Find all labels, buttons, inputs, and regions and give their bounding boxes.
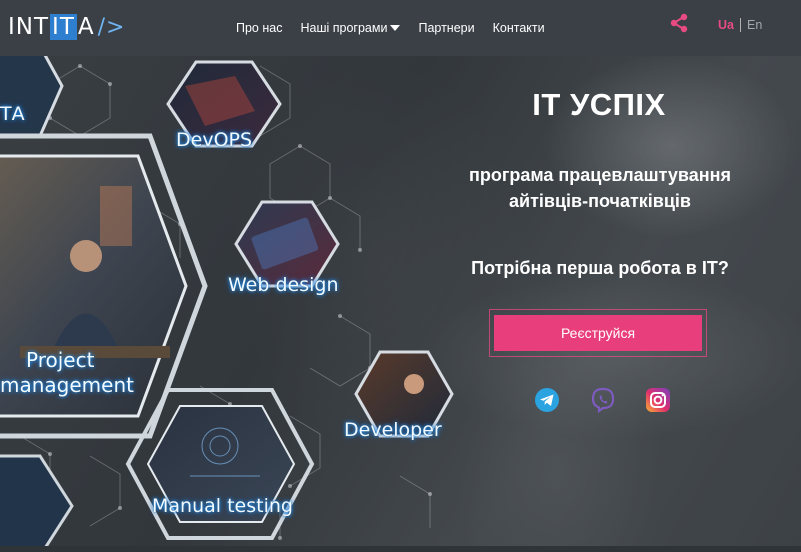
hex-developer-photo xyxy=(404,374,424,394)
hex-label-developer: Developer xyxy=(344,419,442,441)
hero-subtitle-line1: програма працевлаштування xyxy=(468,165,732,185)
nav-about[interactable]: Про нас xyxy=(236,21,282,35)
share-icon[interactable] xyxy=(669,13,689,33)
top-header: INT IT A/> Про нас Наші програми Партнери … xyxy=(0,0,801,56)
hex-label-webdesign: Web design xyxy=(228,274,339,296)
hex-bottom-left xyxy=(0,454,74,546)
logo-text-int: INT xyxy=(8,14,50,40)
main-nav: Про нас Наші програми Партнери Контакти xyxy=(236,0,545,56)
logo-slash: /> xyxy=(97,14,126,40)
caret-down-icon xyxy=(390,25,401,31)
nav-partners[interactable]: Партнери xyxy=(418,21,474,35)
nav-programs[interactable]: Наші програми xyxy=(300,21,401,35)
nav-contacts[interactable]: Контакти xyxy=(493,21,545,35)
hero-title: IT УСПІХ xyxy=(532,87,666,122)
language-switcher: Ua En xyxy=(718,18,762,32)
register-button[interactable]: Реєструйся xyxy=(494,315,702,351)
hero-subtitle: програма працевлаштування айтівців-почат… xyxy=(440,162,760,214)
hex-label-data: ТА xyxy=(0,103,25,125)
intita-logo[interactable]: INT IT A/> xyxy=(8,12,125,42)
nav-programs-label: Наші програми xyxy=(300,21,388,35)
instagram-icon[interactable] xyxy=(645,387,671,413)
logo-text-a: A xyxy=(77,14,95,40)
lang-divider xyxy=(739,18,741,32)
hex-label-project-line2: management xyxy=(0,373,134,397)
hex-network-graphic xyxy=(0,56,454,546)
hex-label-project-line1: Project xyxy=(26,348,95,372)
hex-label-manual-testing: Manual testing xyxy=(152,495,293,517)
bottom-strip xyxy=(0,546,801,552)
hero-subtitle-line2: айтівців-початківців xyxy=(509,191,691,211)
hex-label-devops: DevOPS xyxy=(176,129,253,151)
lang-en[interactable]: En xyxy=(747,18,762,32)
hero-question: Потрібна перша робота в IT? xyxy=(471,258,729,278)
logo-text-it: IT xyxy=(50,14,77,40)
viber-icon[interactable] xyxy=(590,387,616,413)
telegram-icon[interactable] xyxy=(534,387,560,413)
lang-ua[interactable]: Ua xyxy=(718,18,734,32)
hero-section: ТА DevOPS Web design Project management … xyxy=(0,56,801,546)
